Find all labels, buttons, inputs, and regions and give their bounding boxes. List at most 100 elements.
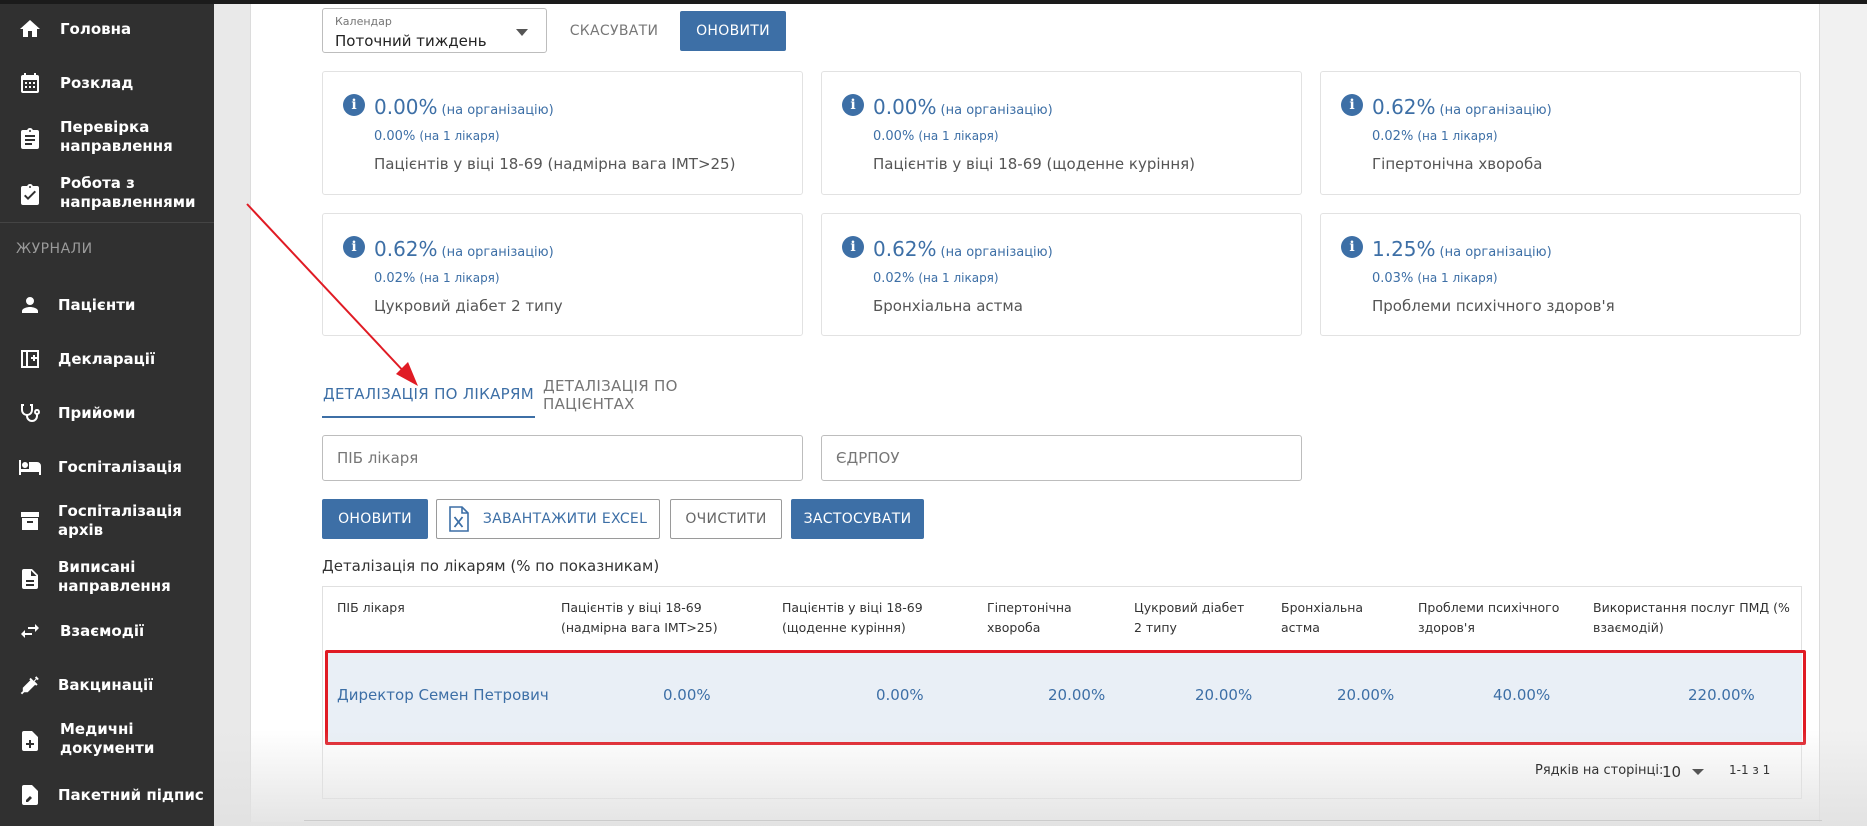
pagination-range: 1-1 з 1: [1729, 763, 1771, 777]
stat-card-hypertension: i 0.62% (на організацію) 0.02% (на 1 лікар…: [1320, 71, 1801, 195]
sidebar-item-hospitalization-archive[interactable]: Госпіталізація архів: [0, 502, 214, 539]
refresh-filter-button[interactable]: ОНОВИТИ: [680, 11, 786, 51]
stat-org-pct: 0.62% (на організацію): [1372, 95, 1552, 119]
sidebar-item-label: Пацієнти: [58, 295, 136, 314]
sidebar-item-interactions[interactable]: Взаємодії: [0, 614, 214, 648]
calendar-value: Поточний тиждень: [335, 32, 487, 50]
stat-doc-pct: 0.03% (на 1 лікаря): [1372, 271, 1498, 286]
sidebar-item-issued-referrals[interactable]: Виписані направлення: [0, 558, 214, 600]
top-bar: [0, 0, 1867, 4]
table-title: Деталізація по лікарям (% по показникам): [322, 557, 660, 575]
info-icon[interactable]: i: [1341, 94, 1363, 116]
column-header[interactable]: Цукровий діабет 2 типу: [1134, 598, 1254, 638]
sidebar-item-label: Робота з направленнями: [60, 174, 196, 211]
sidebar-item-patients[interactable]: Пацієнти: [0, 288, 214, 322]
info-icon[interactable]: i: [343, 94, 365, 116]
info-icon[interactable]: i: [1341, 236, 1363, 258]
stat-doc-pct: 0.02% (на 1 лікаря): [374, 271, 500, 286]
column-header[interactable]: Гіпертонічна хвороба: [987, 598, 1087, 638]
download-excel-button[interactable]: ЗАВАНТАЖИТИ EXCEL: [436, 499, 660, 539]
refresh-button[interactable]: ОНОВИТИ: [322, 499, 428, 539]
sidebar-divider: [0, 222, 214, 223]
document-icon: [16, 565, 44, 593]
sidebar-item-label: Перевірка направлення: [60, 118, 173, 155]
column-header[interactable]: Використання послуг ПМД (% взаємодій): [1593, 598, 1793, 638]
declaration-icon: [16, 345, 44, 373]
info-icon[interactable]: i: [842, 236, 864, 258]
chevron-down-icon[interactable]: [1692, 769, 1704, 775]
info-icon[interactable]: i: [343, 236, 365, 258]
sidebar-item-label: Медичні документи: [60, 720, 155, 757]
rows-per-page-label: Рядків на сторінці:: [1535, 763, 1664, 778]
sidebar-item-schedule[interactable]: Розклад: [0, 66, 214, 100]
sidebar-item-label: Виписані направлення: [58, 558, 171, 595]
tab-by-patients[interactable]: ДЕТАЛІЗАЦІЯ ПО ПАЦІЄНТАХ: [543, 372, 756, 418]
bed-icon: [16, 453, 44, 481]
sidebar-item-medical-documents[interactable]: Медичні документи: [0, 720, 214, 762]
sidebar-section-journals: ЖУРНАЛИ: [16, 241, 93, 257]
sidebar-item-home[interactable]: Головна: [0, 12, 214, 46]
calendar-caption: Календар: [335, 15, 392, 28]
tab-by-doctors[interactable]: ДЕТАЛІЗАЦІЯ ПО ЛІКАРЯМ: [322, 372, 535, 418]
sidebar-item-label: Госпіталізація архів: [58, 502, 182, 539]
sidebar-item-label: Взаємодії: [60, 621, 145, 640]
stat-name: Гіпертонічна хвороба: [1372, 155, 1543, 173]
sidebar-item-label: Прийоми: [58, 403, 136, 422]
stat-card-asthma: i 0.62% (на організацію) 0.02% (на 1 лікар…: [821, 213, 1302, 336]
apply-button[interactable]: ЗАСТОСУВАТИ: [791, 499, 924, 539]
calendar-select[interactable]: Календар Поточний тиждень: [322, 8, 547, 53]
stat-org-pct: 0.62% (на організацію): [873, 237, 1053, 261]
stat-card-mental-health: i 1.25% (на організацію) 0.03% (на 1 лікар…: [1320, 213, 1801, 336]
stat-card-overweight: i 0.00% (на організацію) 0.00% (на 1 лікар…: [322, 71, 803, 195]
stat-name: Пацієнтів у віці 18-69 (щоденне куріння): [873, 155, 1196, 173]
stat-doc-pct: 0.02% (на 1 лікаря): [873, 271, 999, 286]
column-header[interactable]: ПІБ лікаря: [337, 598, 517, 618]
sidebar-item-label: Головна: [60, 19, 132, 38]
excel-icon: [449, 506, 469, 532]
stat-doc-pct: 0.00% (на 1 лікаря): [873, 129, 999, 144]
cancel-button[interactable]: СКАСУВАТИ: [564, 12, 664, 50]
sidebar-item-referral-work[interactable]: Робота з направленнями: [0, 174, 214, 216]
stat-doc-pct: 0.02% (на 1 лікаря): [1372, 129, 1498, 144]
medical-doc-icon: [16, 727, 44, 755]
stat-org-pct: 0.00% (на організацію): [873, 95, 1053, 119]
chevron-down-icon: [516, 29, 528, 36]
stat-card-smoking: i 0.00% (на організацію) 0.00% (на 1 лікар…: [821, 71, 1302, 195]
clipboard-check-icon: [16, 181, 44, 209]
sidebar-item-vaccinations[interactable]: Вакцинації: [0, 668, 214, 702]
doctor-name-field: [322, 435, 803, 481]
signature-icon: [16, 781, 44, 809]
sidebar-item-label: Розклад: [60, 73, 134, 92]
info-icon[interactable]: i: [842, 94, 864, 116]
archive-icon: [16, 507, 44, 535]
stat-name: Пацієнтів у віці 18-69 (надмірна вага ІМ…: [374, 155, 736, 173]
card-bottom-border: [304, 820, 1822, 821]
sidebar-item-declarations[interactable]: Декларації: [0, 342, 214, 376]
calendar-icon: [16, 69, 44, 97]
sidebar-item-label: Пакетний підпис: [58, 785, 204, 804]
sidebar-item-hospitalization[interactable]: Госпіталізація: [0, 450, 214, 484]
column-header[interactable]: Проблеми психічного здоров'я: [1418, 598, 1578, 638]
doctor-name-input[interactable]: [323, 436, 802, 480]
download-excel-label: ЗАВАНТАЖИТИ EXCEL: [482, 511, 648, 527]
stat-org-pct: 1.25% (на організацію): [1372, 237, 1552, 261]
clear-button[interactable]: ОЧИСТИТИ: [670, 499, 782, 539]
edrpou-field: [821, 435, 1302, 481]
sidebar: Головна Розклад Перевірка направлення Ро…: [0, 0, 214, 826]
column-header[interactable]: Пацієнтів у віці 18-69 (щоденне куріння): [782, 598, 952, 638]
edrpou-input[interactable]: [822, 436, 1301, 480]
sidebar-item-label: Госпіталізація: [58, 457, 182, 476]
sidebar-item-batch-signature[interactable]: Пакетний підпис: [0, 778, 214, 812]
sidebar-item-appointments[interactable]: Прийоми: [0, 396, 214, 430]
column-header[interactable]: Бронхіальна астма: [1281, 598, 1391, 638]
person-icon: [16, 291, 44, 319]
rows-per-page-select[interactable]: 10: [1662, 763, 1681, 781]
stat-name: Цукровий діабет 2 типу: [374, 297, 563, 315]
stat-name: Бронхіальна астма: [873, 297, 1023, 315]
column-header[interactable]: Пацієнтів у віці 18-69 (надмірна вага ІМ…: [561, 598, 761, 638]
sidebar-item-referral-check[interactable]: Перевірка направлення: [0, 118, 214, 160]
syringe-icon: [16, 671, 44, 699]
clipboard-icon: [16, 125, 44, 153]
stethoscope-icon: [16, 399, 44, 427]
swap-icon: [16, 617, 44, 645]
